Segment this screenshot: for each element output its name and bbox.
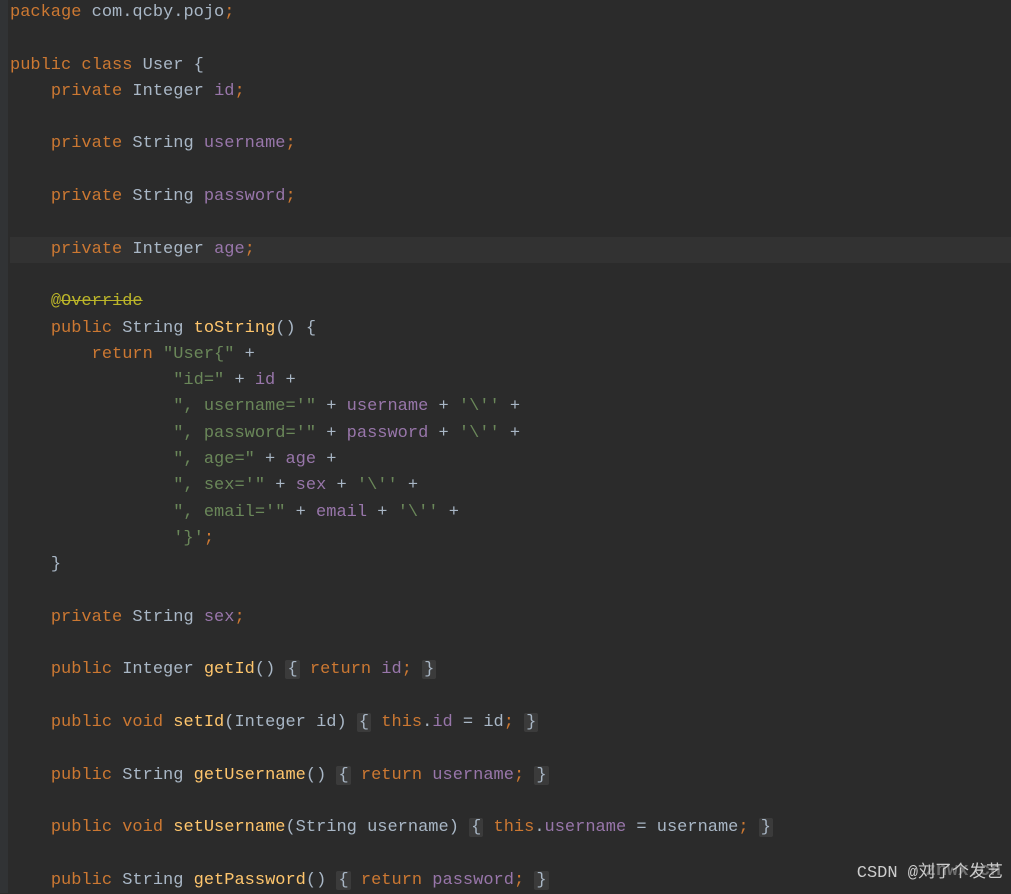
code-line: private String sex; — [10, 605, 1011, 631]
code-line: "id=" + id + — [10, 368, 1011, 394]
code-line: public void setId(Integer id) { this.id … — [10, 710, 1011, 736]
code-editor[interactable]: package com.qcby.pojo; public class User… — [0, 0, 1011, 894]
code-line — [10, 158, 1011, 184]
code-line — [10, 263, 1011, 289]
code-line — [10, 105, 1011, 131]
editor-gutter — [0, 0, 8, 893]
code-line — [10, 736, 1011, 762]
code-line — [10, 210, 1011, 236]
code-line — [10, 684, 1011, 710]
code-line — [10, 579, 1011, 605]
code-line: public String toString() { — [10, 316, 1011, 342]
code-line: private String username; — [10, 131, 1011, 157]
code-line: '}'; — [10, 526, 1011, 552]
code-line: public String getUsername() { return use… — [10, 763, 1011, 789]
code-line: public Integer getId() { return id; } — [10, 657, 1011, 683]
code-line: return "User{" + — [10, 342, 1011, 368]
code-line: public void setUsername(String username)… — [10, 815, 1011, 841]
code-line — [10, 789, 1011, 815]
code-line: } — [10, 552, 1011, 578]
code-line: public class User { — [10, 53, 1011, 79]
code-line: ", age=" + age + — [10, 447, 1011, 473]
code-line-highlighted: private Integer age; — [10, 237, 1011, 263]
code-line — [10, 26, 1011, 52]
code-line: @Override — [10, 289, 1011, 315]
code-line: ", username='" + username + '\'' + — [10, 394, 1011, 420]
code-line: ", password='" + password + '\'' + — [10, 421, 1011, 447]
code-line: private Integer id; — [10, 79, 1011, 105]
code-line: ", email='" + email + '\'' + — [10, 500, 1011, 526]
watermark-author: CSDN @刘了个发艺 — [857, 861, 1003, 887]
code-line: ", sex='" + sex + '\'' + — [10, 473, 1011, 499]
code-line: private String password; — [10, 184, 1011, 210]
code-line: package com.qcby.pojo; — [10, 0, 1011, 26]
code-line — [10, 631, 1011, 657]
